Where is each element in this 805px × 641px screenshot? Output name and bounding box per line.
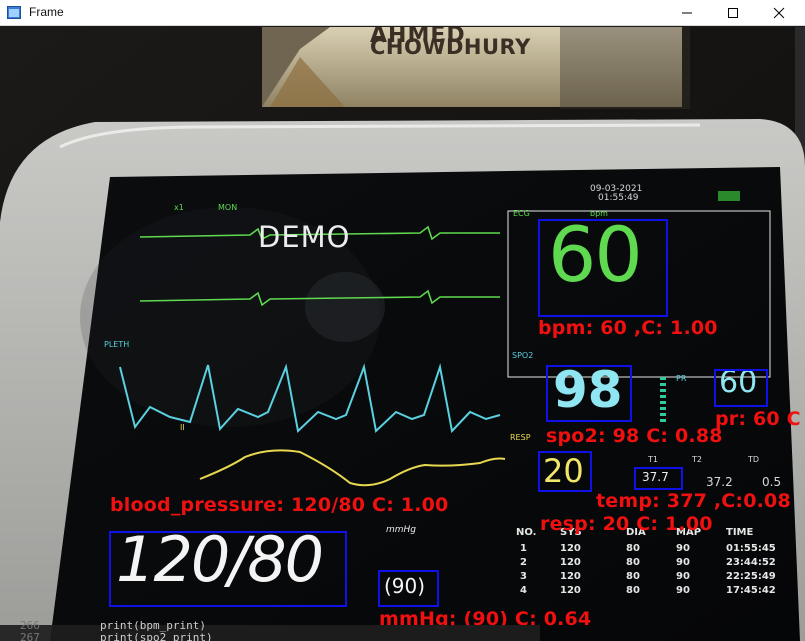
label-x1: x1 xyxy=(174,203,184,212)
close-icon xyxy=(773,7,785,19)
nibp-cell: 120 xyxy=(560,557,581,568)
nibp-cell: 90 xyxy=(676,571,690,582)
nibp-cell: 2 xyxy=(520,557,527,568)
demo-watermark: DEMO xyxy=(258,220,351,254)
title-bar: Frame xyxy=(0,0,805,26)
label-t1: T1 xyxy=(648,455,658,464)
camera-frame: AHMED CHOWDHURY 09-03-2021 01:55:49 x1 M… xyxy=(0,27,805,641)
poster-text-line2: CHOWDHURY xyxy=(370,35,531,59)
nibp-cell: 22:25:49 xyxy=(726,571,776,582)
label-mon: MON xyxy=(218,203,238,212)
label-t2: T2 xyxy=(692,455,702,464)
label-ecg: ECG xyxy=(513,209,530,218)
nibp-header-cell: NO. xyxy=(516,527,537,538)
maximize-icon xyxy=(728,8,738,18)
app-icon xyxy=(7,6,21,19)
detection-label-bpm: bpm: 60 ,C: 1.00 xyxy=(538,317,718,339)
nibp-cell: 120 xyxy=(560,571,581,582)
temp-td-value: 0.5 xyxy=(762,475,782,489)
label-mmhg: mmHg xyxy=(386,525,417,535)
nibp-cell: 3 xyxy=(520,571,527,582)
nibp-cell: 1 xyxy=(520,543,527,554)
code-line-2: print(spo2_print) xyxy=(100,631,213,641)
detection-label-resp: resp: 20 C: 1.00 xyxy=(540,513,713,535)
minimize-button[interactable] xyxy=(664,0,710,26)
detection-box-spo2 xyxy=(546,365,632,422)
nibp-header-cell: TIME xyxy=(726,527,754,538)
monitor-time: 01:55:49 xyxy=(598,193,639,203)
detection-label-spo2: spo2: 98 C: 0.88 xyxy=(546,425,723,447)
label-spo2: SPO2 xyxy=(512,351,534,360)
label-resp: RESP xyxy=(510,433,531,442)
label-pr: PR xyxy=(676,374,687,383)
detection-label-bp: blood_pressure: 120/80 C: 1.00 xyxy=(110,494,449,516)
nibp-cell: 17:45:42 xyxy=(726,585,776,596)
nibp-cell: 80 xyxy=(626,585,640,596)
nibp-cell: 80 xyxy=(626,543,640,554)
nibp-cell: 90 xyxy=(676,557,690,568)
nibp-cell: 4 xyxy=(520,585,527,596)
detection-label-pr: pr: 60 C xyxy=(715,408,801,430)
nibp-cell: 80 xyxy=(626,557,640,568)
label-td: TD xyxy=(748,455,760,464)
code-editor-strip xyxy=(0,625,540,641)
nibp-cell: 120 xyxy=(560,585,581,596)
detection-box-bpm xyxy=(538,219,668,317)
detection-box-pr xyxy=(714,369,768,407)
minimize-icon xyxy=(682,12,692,14)
code-line-number-2: 267 xyxy=(20,631,40,641)
nibp-cell: 90 xyxy=(676,543,690,554)
window-title: Frame xyxy=(29,5,64,19)
nibp-cell: 01:55:45 xyxy=(726,543,776,554)
detection-box-mmhg xyxy=(378,570,439,607)
detection-label-temp: temp: 377 ,C:0.08 xyxy=(596,490,791,512)
nibp-cell: 120 xyxy=(560,543,581,554)
detection-box-bp xyxy=(109,531,347,607)
nibp-cell: 23:44:52 xyxy=(726,557,776,568)
label-pleth: PLETH xyxy=(104,340,130,349)
nibp-cell: 90 xyxy=(676,585,690,596)
maximize-button[interactable] xyxy=(710,0,756,26)
nibp-cell: 80 xyxy=(626,571,640,582)
detection-box-temp xyxy=(634,467,683,490)
temp-t2-value: 37.2 xyxy=(706,475,733,489)
detection-box-resp xyxy=(538,451,592,492)
close-button[interactable] xyxy=(756,0,802,26)
label-ii: II xyxy=(180,423,185,432)
